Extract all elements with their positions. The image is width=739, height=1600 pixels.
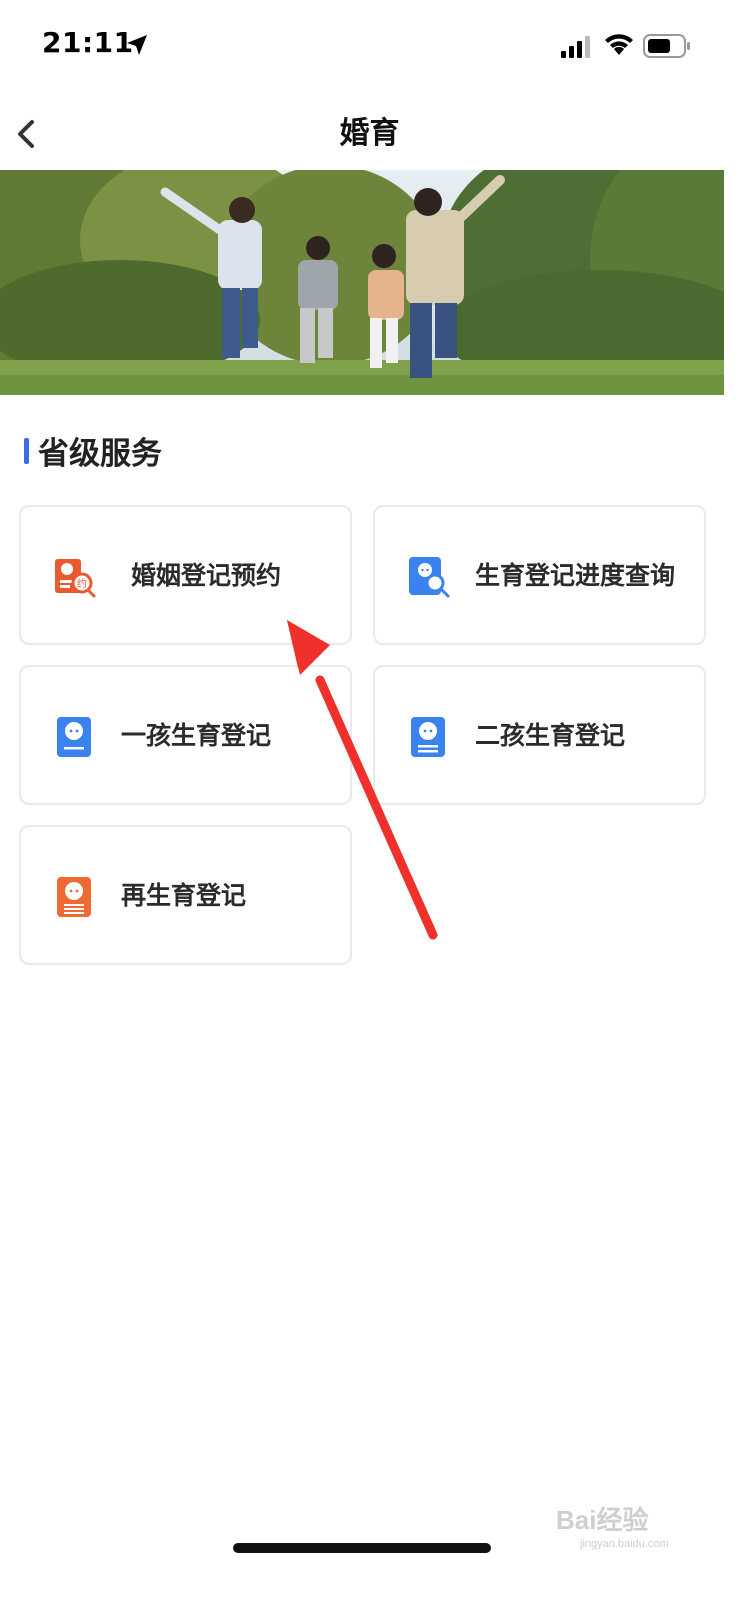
wifi-icon xyxy=(605,34,633,55)
nav-bar: 婚育 xyxy=(0,90,739,168)
page-title: 婚育 xyxy=(339,116,400,151)
birth-progress-search-icon xyxy=(409,557,450,598)
status-time: 21:11 xyxy=(42,26,134,59)
back-button[interactable] xyxy=(10,112,46,156)
cellular-signal-icon xyxy=(561,36,590,58)
annotation-arrow xyxy=(287,620,438,940)
chevron-left-icon xyxy=(18,120,34,148)
service-label: 生育登记进度查询 xyxy=(475,560,676,590)
marriage-appointment-icon: 约 xyxy=(55,559,96,598)
watermark: Bai经验 xyxy=(556,1505,649,1535)
family-running-photo xyxy=(0,170,724,395)
banner-image xyxy=(0,170,724,395)
watermark-url: jingyan.baidu.com xyxy=(580,1538,669,1550)
service-label: 二孩生育登记 xyxy=(475,720,626,750)
battery-icon xyxy=(643,34,690,58)
home-indicator xyxy=(233,1543,491,1553)
section-title: 省级服务 xyxy=(38,436,162,472)
svg-text:约: 约 xyxy=(77,577,87,590)
re-birth-registration-icon xyxy=(57,877,91,917)
section-accent-bar xyxy=(24,438,29,464)
first-child-registration-icon xyxy=(57,717,91,757)
status-bar: 21:11 xyxy=(0,0,739,90)
location-arrow-icon xyxy=(127,35,147,55)
